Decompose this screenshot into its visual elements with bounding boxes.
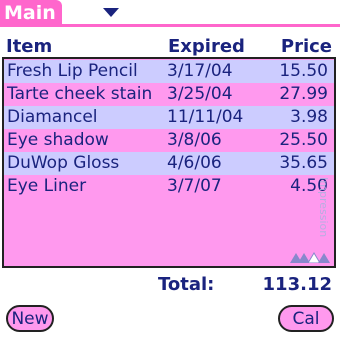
item-expired: 11/11/04: [167, 107, 244, 127]
item-expired: 3/8/06: [167, 130, 222, 150]
title-bar: Main: [0, 0, 340, 27]
table-row[interactable]: Tarte cheek stain 3/25/04 27.99: [4, 83, 334, 106]
item-price: 27.99: [279, 84, 328, 104]
category-dropdown-arrow-icon[interactable]: [103, 8, 119, 17]
title-divider: [0, 24, 340, 27]
items-table: Fresh Lip Pencil 3/17/04 15.50 Tarte che…: [2, 57, 336, 268]
table-row[interactable]: Eye shadow 3/8/06 25.50: [4, 129, 334, 152]
total-value: 113.12: [262, 274, 332, 295]
table-header: Item Expired Price: [0, 36, 340, 58]
tab-main[interactable]: Main: [0, 0, 62, 26]
item-name: Diamancel: [7, 107, 98, 127]
item-expired: 3/17/04: [167, 61, 233, 81]
item-expired: 3/7/07: [167, 176, 222, 196]
column-header-price[interactable]: Price: [281, 36, 332, 58]
table-row[interactable]: DuWop Gloss 4/6/06 35.65: [4, 152, 334, 175]
total-label: Total:: [158, 274, 215, 295]
new-button[interactable]: New: [6, 305, 54, 332]
scroll-arrows-icon[interactable]: [290, 249, 330, 263]
column-header-item[interactable]: Item: [6, 36, 52, 58]
item-name: Tarte cheek stain: [7, 84, 153, 104]
item-price: 35.65: [279, 153, 328, 173]
table-row[interactable]: Diamancel 11/11/04 3.98: [4, 106, 334, 129]
column-header-expired[interactable]: Expired: [168, 36, 245, 58]
calc-button[interactable]: Cal: [278, 305, 334, 332]
item-expired: 4/6/06: [167, 153, 222, 173]
item-price: 15.50: [279, 61, 328, 81]
item-name: Eye shadow: [7, 130, 109, 150]
item-name: Eye Liner: [7, 176, 87, 196]
item-name: Fresh Lip Pencil: [7, 61, 138, 81]
table-row[interactable]: Eye Liner 3/7/07 4.50: [4, 175, 334, 198]
item-price: 3.98: [290, 107, 328, 127]
item-price: 25.50: [279, 130, 328, 150]
table-row[interactable]: Fresh Lip Pencil 3/17/04 15.50: [4, 60, 334, 83]
item-name: DuWop Gloss: [7, 153, 120, 173]
item-expired: 3/25/04: [167, 84, 233, 104]
